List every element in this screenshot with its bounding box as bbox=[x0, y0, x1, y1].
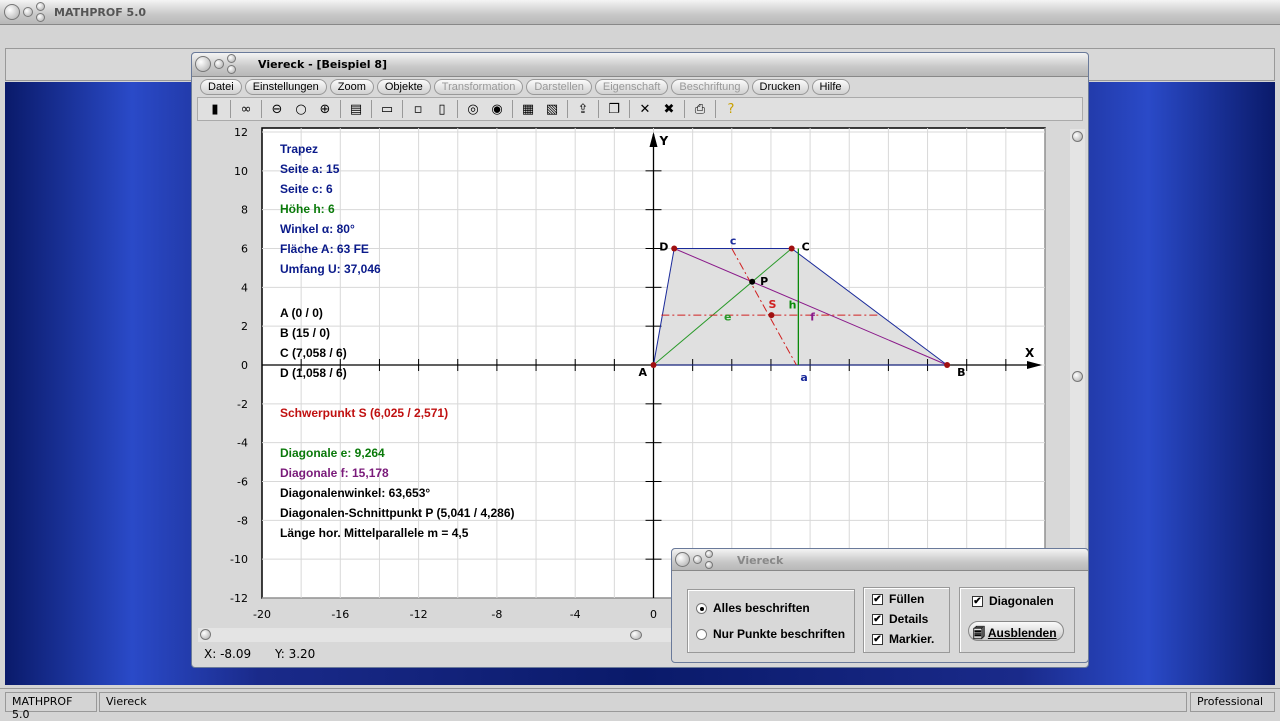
info-winkel: Winkel α: 80° bbox=[280, 222, 355, 236]
viereck-dialog: Viereck Alles beschriften Nur Punkte bes… bbox=[671, 548, 1089, 663]
y-tick-label: -4 bbox=[237, 437, 248, 450]
y-tick-label: 12 bbox=[234, 126, 248, 139]
info-umfang: Umfang U: 37,046 bbox=[280, 262, 381, 276]
y-tick-label: -12 bbox=[230, 592, 248, 605]
point-label-d: D bbox=[659, 241, 668, 254]
radio-all-labels[interactable]: Alles beschriften bbox=[696, 601, 810, 615]
point-p-marker bbox=[749, 278, 756, 285]
radio-label: Alles beschriften bbox=[713, 601, 810, 615]
hide-label: Ausblenden bbox=[987, 626, 1057, 640]
info-mittelparallele: Länge hor. Mittelparallele m = 4,5 bbox=[280, 526, 469, 540]
checkbox-diagonals[interactable]: ✔ Diagonalen bbox=[972, 594, 1054, 608]
checkbox-label: Füllen bbox=[889, 592, 925, 606]
diagonal-label-e: e bbox=[724, 310, 731, 323]
y-tick-label: -2 bbox=[237, 398, 248, 411]
info-diag-winkel: Diagonalenwinkel: 63,653° bbox=[280, 486, 431, 500]
hide-icon: 🗐 bbox=[973, 626, 985, 640]
window-control-icon[interactable] bbox=[675, 552, 690, 567]
checkbox-mark[interactable]: ✔ Markier. bbox=[872, 632, 934, 646]
dialog-titlebar: Viereck bbox=[672, 549, 1088, 571]
radio-label: Nur Punkte beschriften bbox=[713, 627, 846, 641]
x-tick-label: -4 bbox=[570, 608, 581, 621]
status-module: Viereck bbox=[99, 692, 1187, 712]
status-bar: MATHPROF 5.0 Viereck Professional bbox=[0, 688, 1280, 721]
info-point-a: A (0 / 0) bbox=[280, 306, 323, 320]
x-tick-label: -16 bbox=[331, 608, 349, 621]
checkbox-details[interactable]: ✔ Details bbox=[872, 612, 928, 626]
checkbox[interactable]: ✔ bbox=[872, 594, 883, 606]
height-label: h bbox=[789, 299, 797, 312]
y-tick-label: 4 bbox=[241, 281, 248, 294]
x-tick-label: -20 bbox=[253, 608, 271, 621]
y-axis-label: Y bbox=[659, 134, 669, 148]
x-tick-label: -8 bbox=[491, 608, 502, 621]
x-axis-label: X bbox=[1025, 346, 1035, 360]
info-point-d: D (1,058 / 6) bbox=[280, 366, 347, 380]
checkbox-label: Details bbox=[889, 612, 929, 626]
window-control-icon[interactable] bbox=[705, 561, 713, 569]
diagonal-group: ✔ Diagonalen 🗐 Ausblenden bbox=[959, 587, 1075, 653]
point-a-marker bbox=[650, 362, 657, 368]
point-label-b: B bbox=[957, 366, 965, 379]
point-c-marker bbox=[788, 245, 795, 252]
info-hoehe: Höhe h: 6 bbox=[280, 202, 335, 216]
info-panel: Trapez Seite a: 15 Seite c: 6 Höhe h: 6 … bbox=[280, 142, 515, 546]
y-tick-label: 0 bbox=[241, 359, 248, 372]
side-label-a: a bbox=[800, 371, 807, 384]
point-label-c: C bbox=[802, 241, 810, 254]
y-tick-label: -6 bbox=[237, 476, 248, 489]
y-tick-label: 8 bbox=[241, 204, 248, 217]
x-tick-label: 0 bbox=[650, 608, 657, 621]
radio-button[interactable] bbox=[696, 629, 707, 641]
label-group: Alles beschriften Nur Punkte beschriften bbox=[687, 589, 855, 653]
y-tick-label: 2 bbox=[241, 320, 248, 333]
y-tick-label: -8 bbox=[237, 514, 248, 527]
info-schnittpunkt: Diagonalen-Schnittpunkt P (5,041 / 4,286… bbox=[280, 506, 515, 520]
point-label-s: S bbox=[768, 298, 776, 311]
radio-button[interactable] bbox=[696, 603, 707, 615]
point-label-p: P bbox=[760, 275, 768, 288]
info-schwerpunkt: Schwerpunkt S (6,025 / 2,571) bbox=[280, 406, 449, 420]
radio-points-labels[interactable]: Nur Punkte beschriften bbox=[696, 627, 845, 641]
checkbox[interactable]: ✔ bbox=[872, 614, 883, 626]
info-seite-c: Seite c: 6 bbox=[280, 182, 333, 196]
point-s-marker bbox=[768, 312, 775, 319]
info-diag-e: Diagonale e: 9,264 bbox=[280, 446, 385, 460]
side-label-c: c bbox=[730, 235, 737, 248]
checkbox-fill[interactable]: ✔ Füllen bbox=[872, 592, 924, 606]
x-tick-label: -12 bbox=[410, 608, 428, 621]
y-tick-label: 6 bbox=[241, 243, 248, 256]
checkbox-label: Markier. bbox=[889, 632, 935, 646]
hide-button[interactable]: 🗐 Ausblenden bbox=[968, 621, 1064, 641]
display-group: ✔ Füllen ✔ Details ✔ Markier. bbox=[863, 587, 950, 653]
info-diag-f: Diagonale f: 15,178 bbox=[280, 466, 389, 480]
point-label-a: A bbox=[639, 366, 648, 379]
status-app: MATHPROF 5.0 bbox=[5, 692, 97, 721]
status-edition: Professional bbox=[1190, 692, 1275, 712]
diagonal-label-f: f bbox=[810, 310, 815, 323]
point-b-marker bbox=[944, 362, 951, 368]
dialog-title: Viereck bbox=[737, 554, 784, 567]
info-point-b: B (15 / 0) bbox=[280, 326, 331, 340]
info-title: Trapez bbox=[280, 142, 319, 156]
info-point-c: C (7,058 / 6) bbox=[280, 346, 347, 360]
point-d-marker bbox=[671, 245, 678, 252]
info-seite-a: Seite a: 15 bbox=[280, 162, 340, 176]
window-control-icon[interactable] bbox=[693, 555, 702, 564]
info-flaeche: Fläche A: 63 FE bbox=[280, 242, 369, 256]
y-tick-label: -10 bbox=[230, 553, 248, 566]
y-tick-label: 10 bbox=[234, 165, 248, 178]
checkbox-label: Diagonalen bbox=[989, 594, 1054, 608]
window-control-icon[interactable] bbox=[705, 550, 713, 558]
checkbox[interactable]: ✔ bbox=[872, 634, 883, 646]
checkbox[interactable]: ✔ bbox=[972, 596, 983, 608]
